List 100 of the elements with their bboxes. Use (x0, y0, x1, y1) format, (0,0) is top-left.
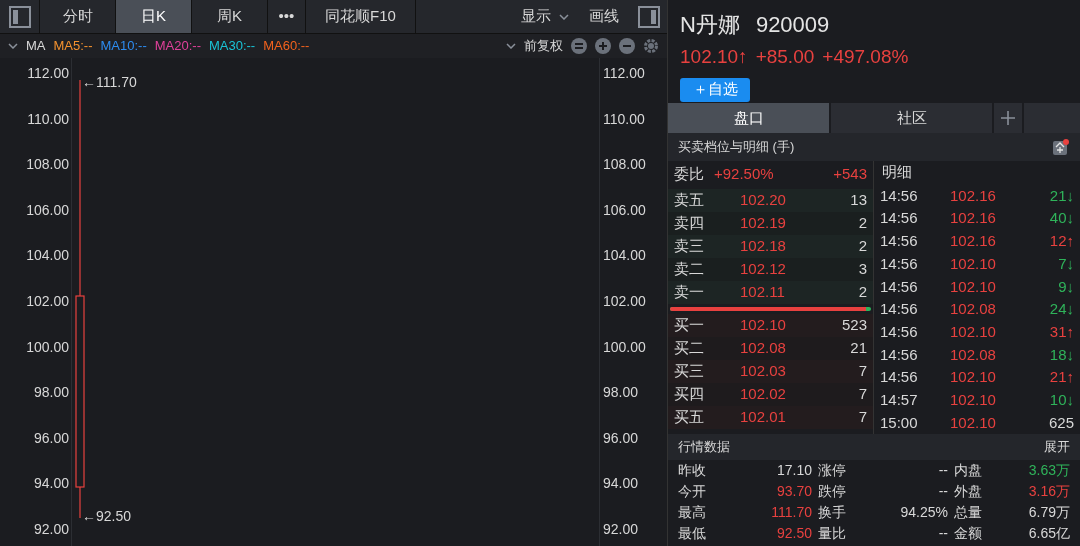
stat-label: 跌停 (818, 482, 847, 501)
volume-cell-text: 7 (858, 406, 867, 427)
time-cell-text: 14:57 (880, 389, 919, 410)
stat-label: 金额 (954, 524, 983, 543)
caret-icon (8, 43, 18, 49)
chart-tab[interactable]: 同花顺F10 (306, 0, 416, 33)
price-cell-text: 102.10 (950, 253, 996, 274)
price: 102.10↑ (680, 45, 748, 69)
price-cell-text: 102.10 (950, 321, 996, 342)
price-cell-text: 102.11 (740, 281, 785, 302)
time-cell-text: 14:56 (880, 208, 919, 229)
stat-value: -- (938, 482, 949, 501)
indicator-value: MA30:-- (208, 37, 256, 56)
stat-value: 94.25% (900, 503, 949, 522)
section-title: 行情数据 (678, 438, 730, 457)
price-cell-text: 102.16 (950, 231, 996, 252)
volume-cell-text: 21↓ (1049, 185, 1074, 206)
indicator-value: MA60:-- (263, 37, 310, 56)
volume-cell-text: 2 (858, 212, 867, 233)
stat-value: 3.63万 (1028, 461, 1070, 480)
volume-cell-text: 21↑ (1049, 367, 1074, 388)
price-cell-text: 102.10 (950, 412, 996, 433)
y-axis-label: 108.00 (603, 155, 647, 174)
adjust-dropdown[interactable]: 前复权 (524, 36, 563, 56)
y-axis-label: 102.00 (26, 291, 69, 310)
price-cell-text: 102.18 (740, 235, 786, 256)
plus-icon (1000, 110, 1016, 127)
high-price-label: ←111.70 (82, 73, 137, 92)
zoom-out-icon[interactable] (619, 38, 635, 54)
y-axis-label: 102.00 (603, 291, 647, 310)
y-axis-label: 96.00 (603, 428, 640, 447)
volume-cell-text: 3 (858, 258, 867, 279)
time-cell-text: 14:56 (880, 321, 919, 342)
price-cell-text: 102.10 (950, 367, 996, 388)
y-axis-label: 112.00 (603, 64, 646, 82)
time-cell-text: 14:56 (880, 185, 919, 206)
caret-icon (506, 43, 516, 49)
price-cell-text: 102.19 (740, 212, 786, 233)
price-change: +85.00 (755, 45, 815, 69)
time-cell-text: 14:56 (880, 276, 919, 297)
volume-cell-text: 13 (850, 189, 867, 210)
volume-cell-text: 31↑ (1049, 321, 1074, 342)
expand-button[interactable]: 展开 (1044, 437, 1070, 457)
ratio-value: +92.50% (714, 164, 774, 185)
volume-cell-text: 21 (850, 337, 867, 358)
stat-label: 量比 (818, 524, 847, 543)
zoom-in-icon[interactable] (595, 38, 611, 54)
stat-label: 换手 (818, 503, 847, 522)
y-axis-label: 94.00 (603, 474, 640, 493)
level-label: 卖三 (674, 235, 705, 256)
price-cell-text: 102.08 (950, 299, 996, 320)
price-cell-text: 102.12 (740, 258, 786, 279)
stat-value: 6.65亿 (1028, 524, 1070, 543)
panel-toggle-icon[interactable] (8, 5, 31, 28)
y-axis-label: 108.00 (26, 155, 69, 174)
level-label: 买四 (674, 383, 705, 404)
price-cell-text: 102.16 (950, 185, 996, 206)
chart-tab[interactable]: 周K (192, 0, 268, 33)
y-axis-label: 110.00 (27, 109, 69, 128)
panel-tab[interactable]: 社区 (831, 103, 992, 133)
stat-value: 17.10 (776, 461, 813, 480)
indicator-value: MA20:-- (154, 37, 201, 56)
level-label: 卖二 (674, 258, 705, 279)
stat-label: 总量 (954, 503, 983, 522)
level-label: 买二 (674, 337, 705, 358)
price-cell-text: 102.03 (740, 360, 786, 381)
price-cell-text: 102.02 (740, 383, 786, 404)
stat-value: 111.70 (771, 503, 813, 522)
draw-button[interactable]: 画线 (577, 0, 631, 33)
chart-tab[interactable]: 日K (116, 0, 192, 33)
y-axis-label: 92.00 (33, 519, 69, 538)
stat-value: -- (938, 461, 949, 480)
time-cell-text: 14:56 (880, 299, 919, 320)
volume-cell-text: 625 (1048, 412, 1074, 433)
panel-tab[interactable]: 盘口 (668, 103, 829, 133)
stat-value: 6.79万 (1028, 503, 1070, 522)
volume-cell-text: 12↑ (1049, 231, 1074, 252)
time-cell-text: 14:56 (880, 367, 919, 388)
y-axis-label: 98.00 (33, 383, 69, 402)
equal-icon[interactable] (571, 38, 587, 54)
stat-label: 最高 (678, 503, 707, 522)
price-cell-text: 102.16 (950, 208, 996, 229)
chart-tab[interactable]: ••• (268, 0, 306, 33)
y-axis-label: 110.00 (603, 109, 646, 128)
y-axis-label: 100.00 (26, 337, 69, 356)
stock-name: N丹娜 (680, 11, 740, 39)
add-tab-button[interactable] (994, 103, 1022, 133)
price-cell-text: 102.10 (740, 314, 786, 335)
volume-cell-text: 7↓ (1058, 253, 1074, 274)
details-title: 明细 (882, 162, 912, 183)
y-axis-label: 100.00 (603, 337, 647, 356)
price-cell-text: 102.20 (740, 189, 786, 210)
settings-icon[interactable] (643, 38, 659, 54)
display-dropdown[interactable]: 显示 (513, 0, 577, 33)
volume-cell-text: 10↓ (1049, 389, 1074, 410)
volume-cell-text: 24↓ (1049, 299, 1074, 320)
panel-toggle-icon[interactable] (638, 5, 660, 28)
y-axis-label: 92.00 (603, 519, 640, 538)
stat-label: 外盘 (954, 482, 983, 501)
time-cell-text: 14:56 (880, 253, 919, 274)
